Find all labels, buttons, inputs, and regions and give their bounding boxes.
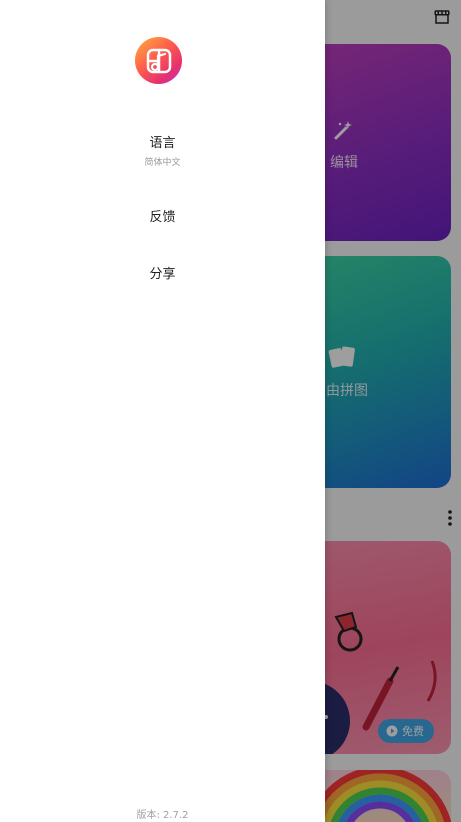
menu-item-share[interactable]: 分享 <box>0 263 325 282</box>
menu-item-feedback[interactable]: 反馈 <box>0 206 325 225</box>
menu-item-language[interactable]: 语言 简体中文 <box>0 132 325 168</box>
menu-item-label: 分享 <box>149 267 176 282</box>
version-label: 版本: 2.7.2 <box>136 810 189 821</box>
navigation-drawer: 语言 简体中文 反馈 分享 版本: 2.7.2 <box>0 0 325 822</box>
language-value: 简体中文 <box>144 158 181 168</box>
menu-item-label: 反馈 <box>149 210 176 225</box>
app-logo-icon <box>135 37 182 84</box>
collage-logo-glyph <box>146 48 171 73</box>
menu-item-label: 语言 <box>149 136 176 151</box>
